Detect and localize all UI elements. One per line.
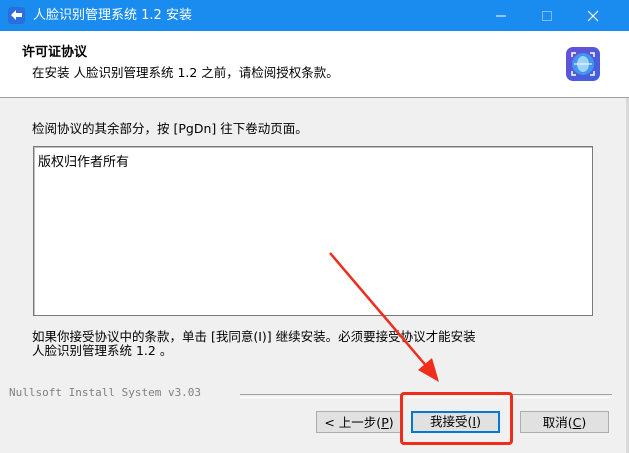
- annotation-arrow-icon: [329, 252, 439, 382]
- annotation-highlight-box: [400, 392, 513, 445]
